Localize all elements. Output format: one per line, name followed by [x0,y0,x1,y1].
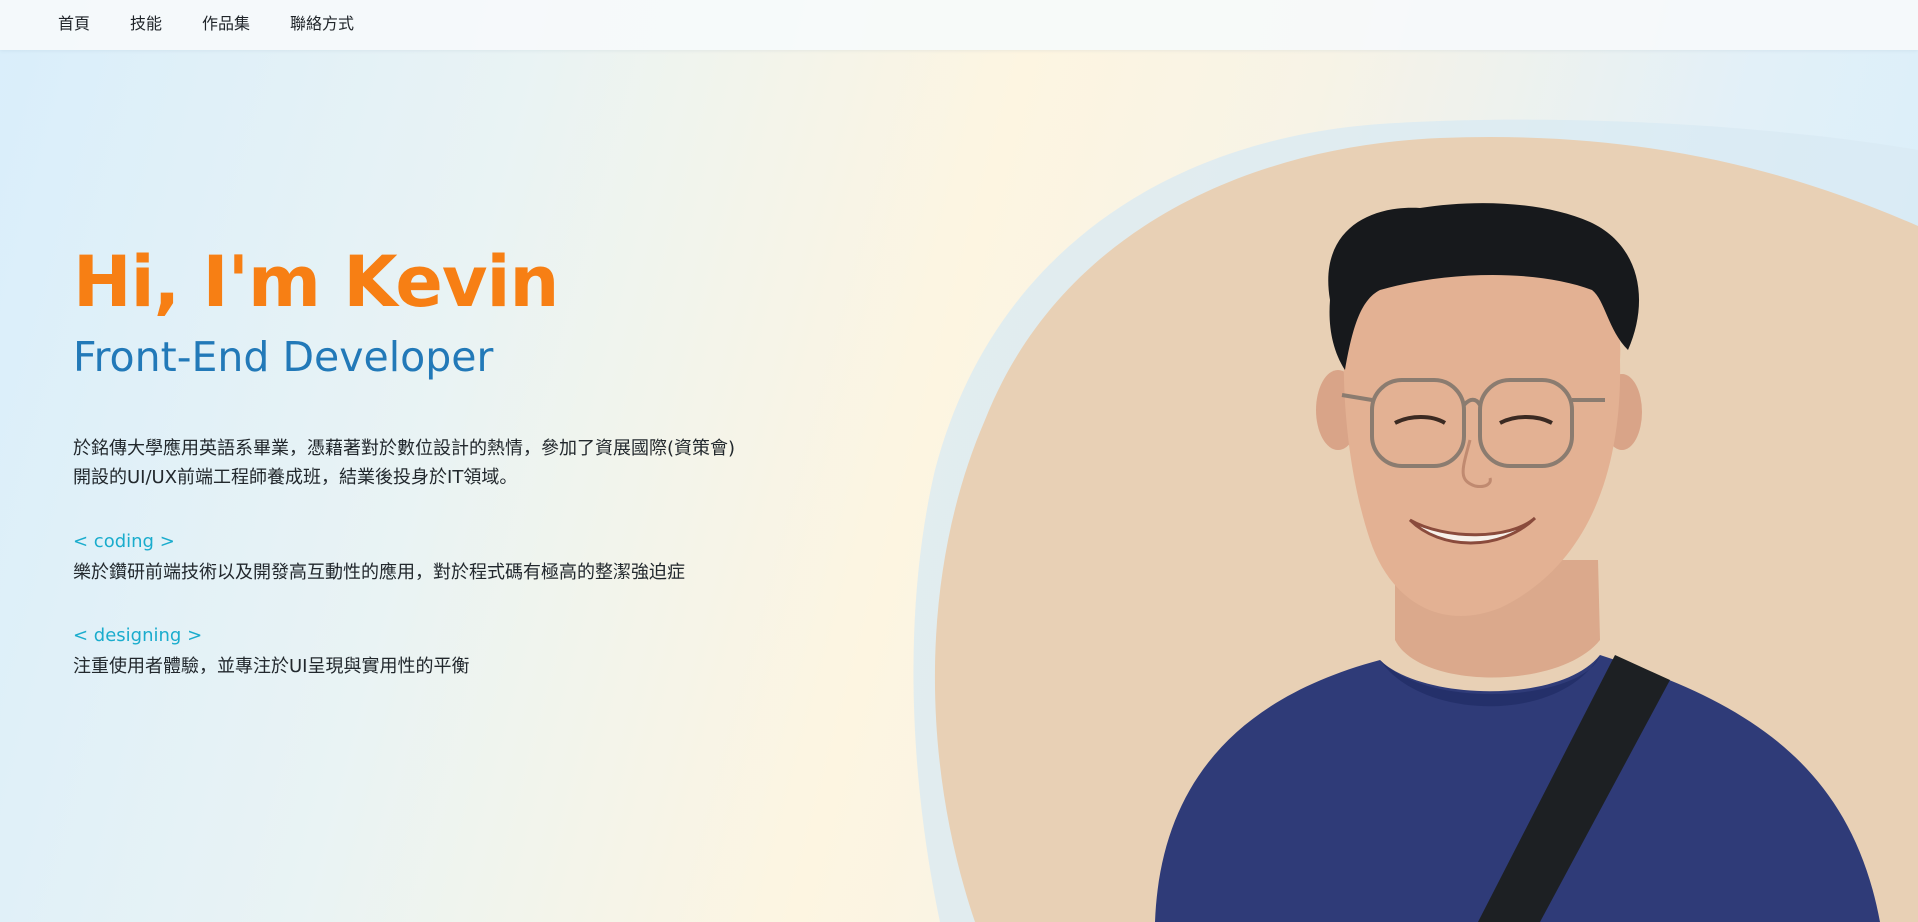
hero-role-title: Front-End Developer [73,333,494,381]
hero-greeting: Hi, I'm Kevin [73,241,559,323]
nav-menu: 首頁 技能 作品集 聯絡方式 [0,0,1918,44]
coding-description: 樂於鑽研前端技術以及開發高互動性的應用，對於程式碼有極高的整潔強迫症 [73,562,685,583]
coding-tag: < coding > [73,531,175,552]
designing-tag: < designing > [73,625,203,646]
nav-item-skills[interactable]: 技能 [130,10,162,34]
designing-description: 注重使用者體驗，並專注於UI呈現與實用性的平衡 [73,656,470,677]
top-navbar: 首頁 技能 作品集 聯絡方式 [0,0,1918,50]
nav-item-portfolio[interactable]: 作品集 [202,10,250,34]
hero-intro-paragraph: 於銘傳大學應用英語系畢業，憑藉著對於數位設計的熱情，參加了資展國際(資策會)開設… [73,438,736,488]
portfolio-page: 首頁 技能 作品集 聯絡方式 Hi, I'm Kevin Front-End D… [0,0,1918,922]
hero-intro-section: Hi, I'm Kevin Front-End Developer 於銘傳大學應… [73,236,753,680]
nav-item-contact[interactable]: 聯絡方式 [290,10,354,34]
nav-item-home[interactable]: 首頁 [58,10,90,34]
